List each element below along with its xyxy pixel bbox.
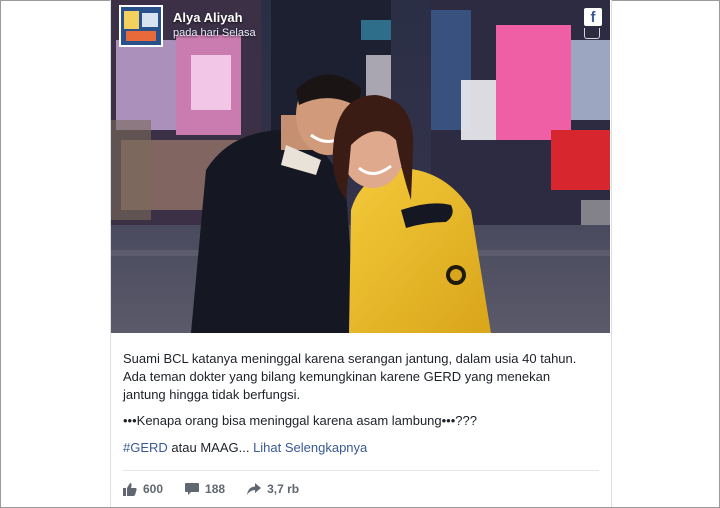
post-text: Suami BCL katanya meninggal karena seran… [123, 350, 593, 438]
times-square-photo [111, 0, 610, 333]
post-paragraph: Suami BCL katanya meninggal karena seran… [123, 351, 577, 402]
like-stat[interactable]: 600 [123, 482, 163, 496]
like-count: 600 [143, 482, 164, 496]
share-count: 3,7 rb [267, 482, 300, 496]
tag-text: atau MAAG... [167, 440, 254, 455]
post-photo[interactable]: Alya Aliyah pada hari Selasa f [111, 0, 610, 333]
engagement-stats: 600 188 3,7 rb [123, 482, 321, 496]
post-timestamp[interactable]: pada hari Selasa [173, 27, 256, 39]
facebook-icon[interactable]: f [584, 8, 602, 26]
comment-stat[interactable]: 188 [185, 482, 225, 496]
share-stat[interactable]: 3,7 rb [247, 482, 299, 496]
author-name[interactable]: Alya Aliyah [173, 10, 243, 25]
post-tags-line: #GERD atau MAAG... Lihat Selengkapnya [123, 440, 367, 455]
facebook-post-card: Alya Aliyah pada hari Selasa f Suami BCL… [110, 0, 612, 507]
divider [123, 470, 599, 471]
hashtag-link[interactable]: #GERD [123, 440, 168, 455]
like-icon [123, 482, 137, 496]
see-more-link[interactable]: Lihat Selengkapnya [253, 440, 367, 455]
author-avatar[interactable] [119, 5, 163, 47]
comment-icon [185, 482, 200, 495]
share-tray-icon [584, 28, 600, 39]
share-icon [247, 482, 262, 495]
post-question: •••Kenapa orang bisa meninggal karena as… [123, 413, 477, 428]
comment-count: 188 [205, 482, 226, 496]
